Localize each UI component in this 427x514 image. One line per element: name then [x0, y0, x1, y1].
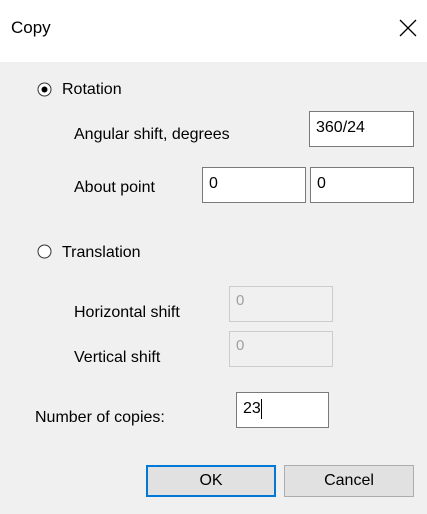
- dialog-title: Copy: [11, 18, 51, 37]
- translation-label[interactable]: Translation: [62, 243, 141, 263]
- title-bar: Copy: [0, 0, 427, 62]
- rotation-radio[interactable]: [37, 82, 52, 97]
- close-button[interactable]: [392, 12, 424, 44]
- translation-radio[interactable]: [37, 244, 52, 259]
- copies-input[interactable]: 23: [236, 392, 329, 428]
- horizontal-shift-label: Horizontal shift: [74, 304, 180, 321]
- dialog-body: Rotation Angular shift, degrees 360/24 A…: [0, 62, 427, 514]
- close-x-icon: [399, 19, 417, 37]
- ok-button[interactable]: OK: [146, 465, 276, 497]
- cancel-button[interactable]: Cancel: [284, 465, 414, 497]
- about-point-x-input[interactable]: 0: [202, 167, 306, 203]
- copies-label: Number of copies:: [35, 409, 165, 426]
- horizontal-shift-input[interactable]: 0: [229, 286, 333, 322]
- about-point-label: About point: [74, 179, 155, 196]
- vertical-shift-label: Vertical shift: [74, 349, 161, 366]
- text-cursor: [260, 399, 262, 419]
- angular-shift-input[interactable]: 360/24: [309, 111, 414, 147]
- rotation-label[interactable]: Rotation: [62, 80, 122, 100]
- angular-shift-label: Angular shift, degrees: [74, 126, 230, 143]
- about-point-y-input[interactable]: 0: [310, 167, 414, 203]
- vertical-shift-input[interactable]: 0: [229, 331, 333, 367]
